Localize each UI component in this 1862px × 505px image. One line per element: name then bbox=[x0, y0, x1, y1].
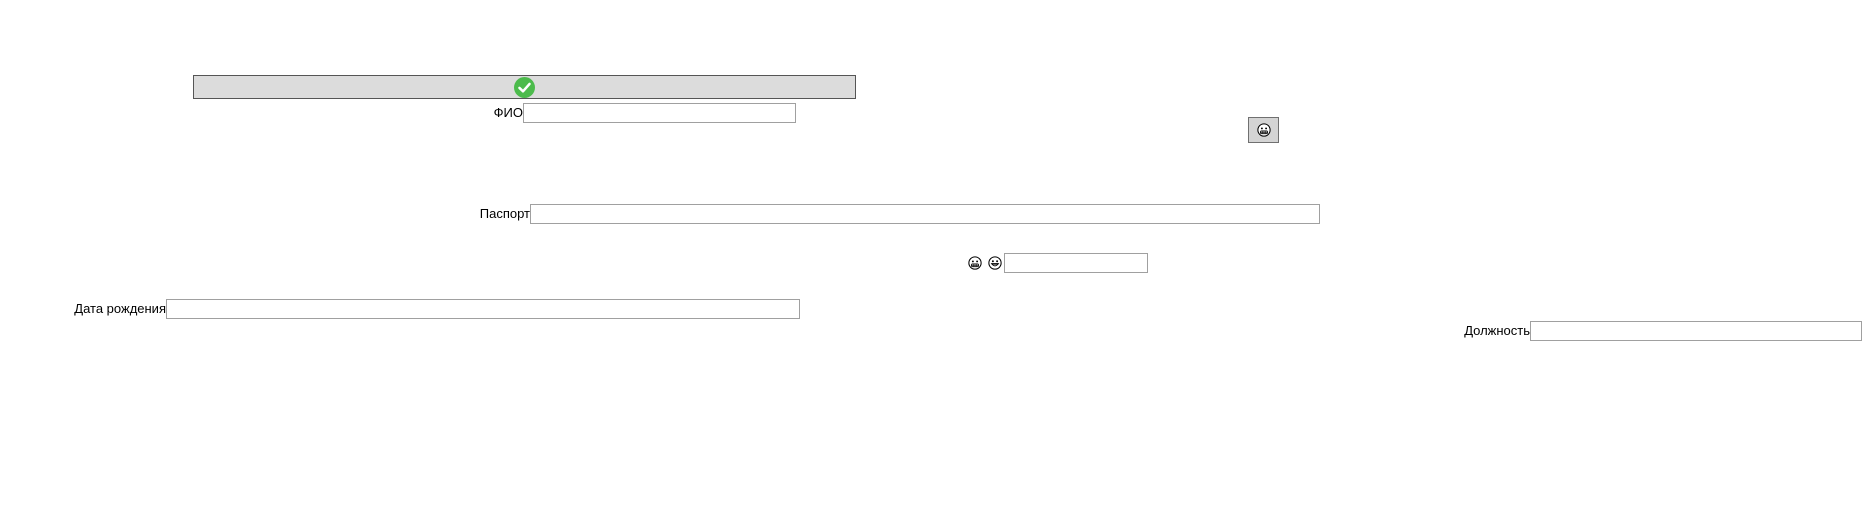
fio-label: ФИО bbox=[493, 105, 523, 120]
passport-label: Паспорт bbox=[479, 206, 530, 221]
passport-input[interactable] bbox=[530, 204, 1320, 224]
grin-emoji-icon bbox=[988, 256, 1002, 270]
grimace-emoji-icon bbox=[968, 256, 982, 270]
fio-input[interactable] bbox=[523, 103, 796, 123]
check-circle-icon bbox=[514, 76, 535, 98]
position-input[interactable] bbox=[1530, 321, 1862, 341]
confirm-bar-button[interactable] bbox=[193, 75, 856, 99]
birth-date-label: Дата рождения bbox=[74, 301, 166, 316]
emoji-field-input[interactable] bbox=[1004, 253, 1148, 273]
emoji-button[interactable] bbox=[1248, 117, 1279, 143]
position-label: Должность bbox=[1464, 323, 1530, 338]
grimace-emoji-icon bbox=[1256, 123, 1271, 137]
birth-date-input[interactable] bbox=[166, 299, 800, 319]
